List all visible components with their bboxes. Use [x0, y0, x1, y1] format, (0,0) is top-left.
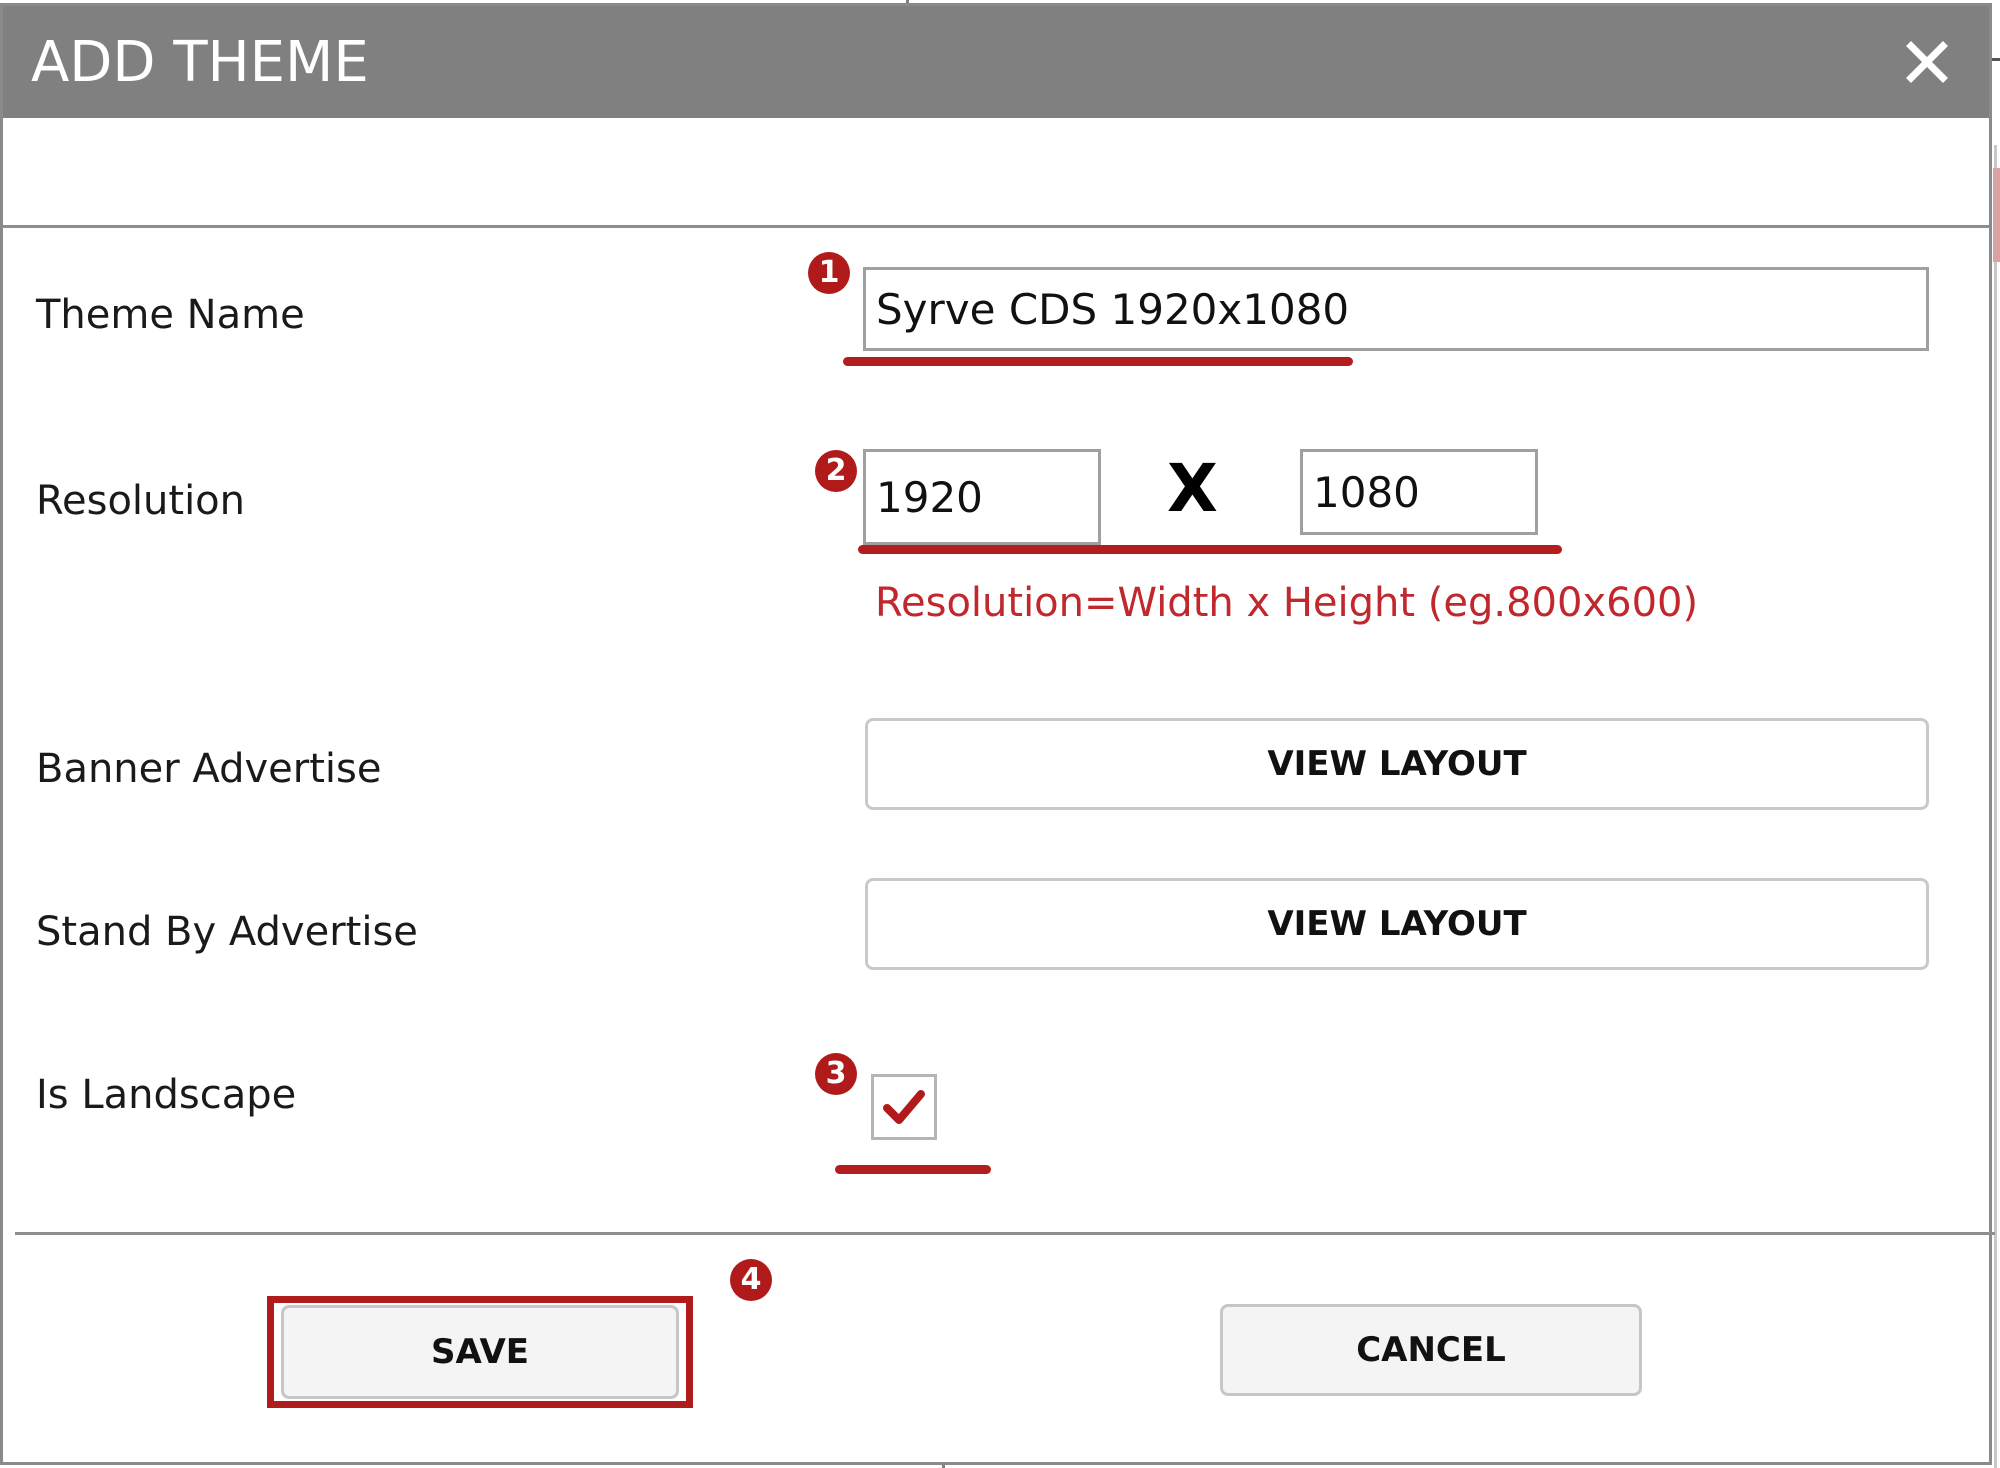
close-icon[interactable] [1905, 40, 1949, 84]
footer-divider [15, 1232, 1995, 1235]
theme-name-highlight [843, 357, 1353, 366]
banner-advertise-label: Banner Advertise [36, 746, 382, 792]
dialog-title: ADD THEME [31, 30, 369, 95]
background-edge [1994, 145, 1997, 1468]
is-landscape-highlight [835, 1165, 991, 1174]
resolution-width-input[interactable] [863, 449, 1101, 545]
theme-name-label: Theme Name [36, 292, 305, 338]
is-landscape-label: Is Landscape [36, 1072, 297, 1118]
resolution-separator: X [1167, 450, 1218, 527]
step-badge-1: 1 [808, 252, 850, 294]
save-button[interactable]: SAVE [281, 1305, 679, 1399]
resolution-label: Resolution [36, 478, 246, 524]
checkmark-icon [883, 1090, 925, 1124]
resolution-hint: Resolution=Width x Height (eg.800x600) [875, 580, 1699, 626]
is-landscape-checkbox[interactable] [871, 1074, 937, 1140]
step-badge-2: 2 [815, 450, 857, 492]
header-divider [3, 225, 1989, 228]
background-edge-accent [1993, 168, 2000, 262]
resolution-highlight [858, 545, 1562, 554]
standby-view-layout-button[interactable]: VIEW LAYOUT [865, 878, 1929, 970]
step-badge-3: 3 [815, 1053, 857, 1095]
dialog-titlebar: ADD THEME [3, 6, 1989, 118]
theme-name-input[interactable] [863, 267, 1929, 351]
banner-view-layout-button[interactable]: VIEW LAYOUT [865, 718, 1929, 810]
step-badge-4: 4 [730, 1259, 772, 1301]
resolution-height-input[interactable] [1300, 449, 1538, 535]
add-theme-dialog: ADD THEME Theme Name 1 Resolution 2 X Re… [0, 3, 1995, 1465]
cancel-button[interactable]: CANCEL [1220, 1304, 1642, 1396]
standby-advertise-label: Stand By Advertise [36, 909, 418, 955]
